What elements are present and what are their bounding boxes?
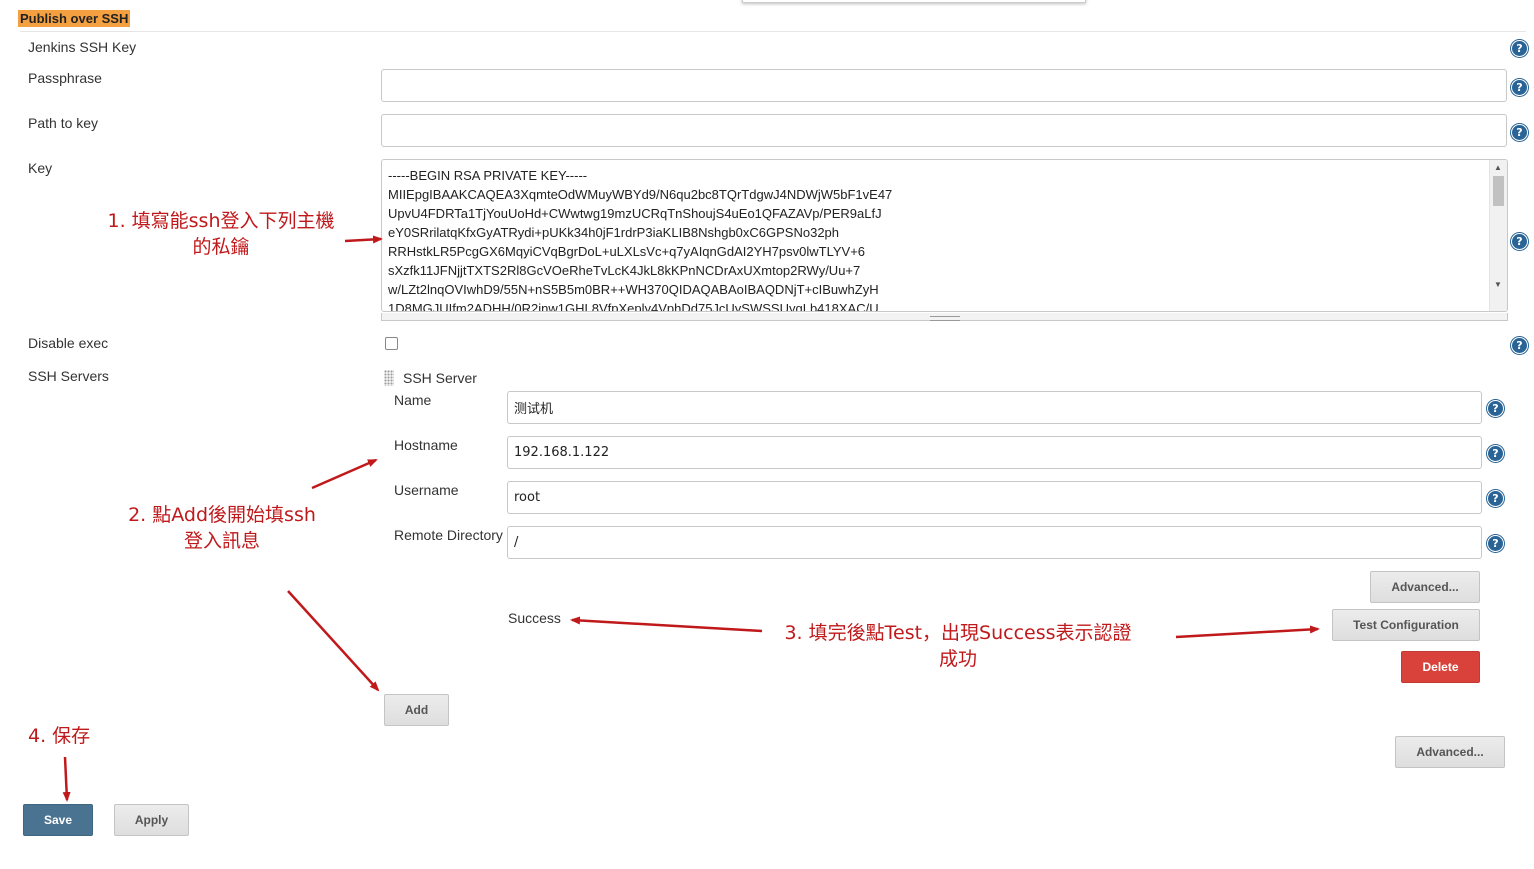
arrow-to-add [287, 590, 380, 692]
arrow-to-key [344, 235, 383, 244]
arrow-to-hostname [311, 458, 378, 490]
arrow-to-success [570, 616, 763, 633]
arrow-to-save [62, 756, 71, 802]
annotation-arrows [62, 235, 1320, 802]
arrow-to-test [1175, 625, 1320, 639]
